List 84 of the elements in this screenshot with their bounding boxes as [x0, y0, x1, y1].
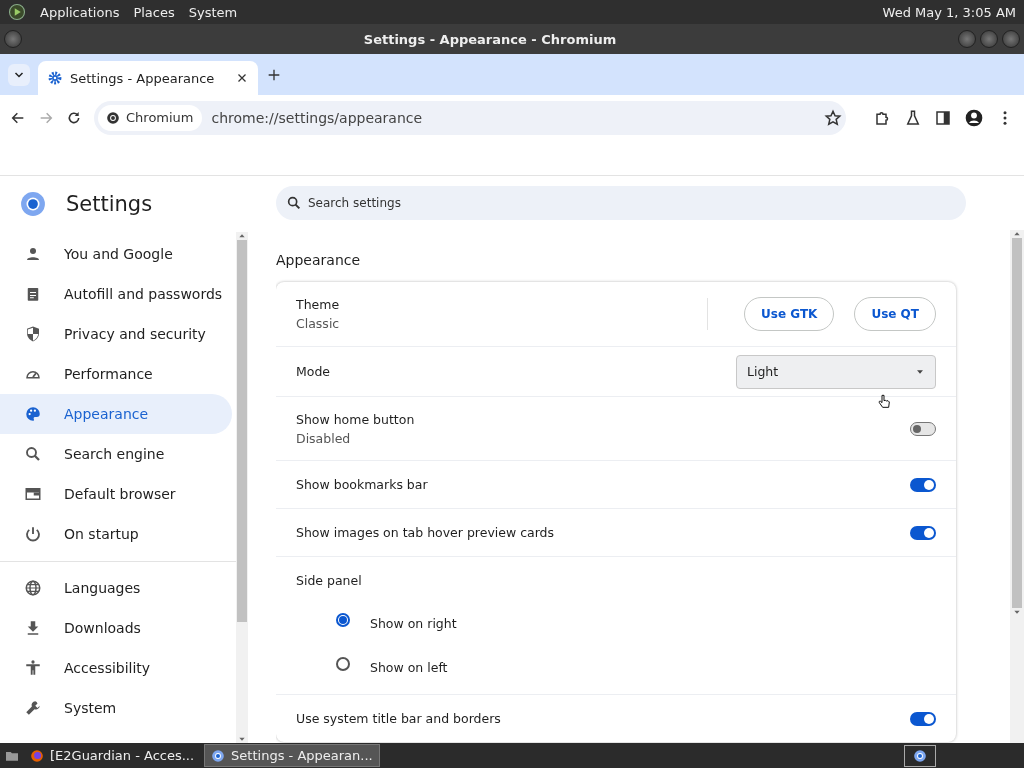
panel-menu[interactable]: Places	[133, 4, 175, 20]
setting-value: Classic	[296, 316, 341, 331]
setting-label: Show images on tab hover preview cards	[296, 525, 556, 540]
sidebar-item[interactable]: Privacy and security	[0, 314, 232, 354]
scroll-up-arrow-icon	[238, 232, 246, 240]
accessibility-figure-icon	[24, 659, 42, 677]
sidebar-item[interactable]: Search engine	[0, 434, 232, 474]
distro-logo-icon[interactable]	[8, 3, 26, 21]
theme-button[interactable]: Use QT	[854, 297, 936, 331]
scroll-down-arrow-icon	[1013, 608, 1021, 616]
sidebar-item[interactable]: You and Google	[0, 234, 232, 274]
scroll-up-arrow-icon	[1013, 230, 1021, 238]
url-text: chrome://settings/appearance	[211, 109, 424, 126]
tab-search-button[interactable]	[8, 64, 30, 86]
address-bar[interactable]: Chromium chrome://settings/appearance	[94, 100, 846, 135]
palette-icon	[24, 405, 42, 423]
site-chip[interactable]: Chromium	[98, 104, 202, 131]
globe-icon	[24, 579, 42, 597]
sidebar-item[interactable]: System	[0, 688, 232, 728]
chromium-logo-icon	[106, 110, 120, 125]
setting-label: Mode	[296, 364, 332, 379]
hand-cursor-icon	[876, 393, 892, 411]
radio-button[interactable]	[336, 613, 350, 627]
setting-label: Theme	[296, 297, 341, 312]
section-heading: Appearance	[276, 252, 362, 268]
window-menu-button[interactable]	[4, 30, 22, 48]
mode-dropdown[interactable]: Light	[736, 354, 936, 389]
search-icon	[286, 195, 302, 211]
setting-status: Disabled	[296, 430, 352, 446]
toggle-switch[interactable]	[910, 477, 936, 492]
flask-icon[interactable]	[904, 108, 922, 127]
fox-globe-icon	[30, 748, 44, 763]
taskbar-button[interactable]: [E2Guardian - Acces...	[24, 745, 201, 766]
person-icon	[24, 245, 42, 263]
chromium-logo-icon	[20, 191, 46, 217]
plus-icon[interactable]	[266, 67, 282, 83]
sidebar-item[interactable]: Accessibility	[0, 648, 232, 688]
sidebar-item[interactable]: Downloads	[0, 608, 232, 648]
browser-window-icon	[24, 485, 42, 503]
tray-app-button[interactable]	[904, 744, 936, 767]
setting-label: Use system title bar and borders	[296, 711, 502, 726]
sidebar-item[interactable]: Autofill and passwords	[0, 274, 232, 314]
chromium-logo-icon	[913, 748, 927, 763]
profile-avatar-icon[interactable]	[964, 107, 984, 128]
window-control-button[interactable]	[1002, 30, 1020, 48]
setting-label: Show home button	[296, 411, 416, 427]
sidebar-item[interactable]: Appearance	[0, 394, 232, 434]
shield-icon	[24, 325, 42, 343]
panel-clock: Wed May 1, 3:05 AM	[882, 4, 1016, 20]
panel-menu[interactable]: System	[188, 4, 238, 20]
window-control-button[interactable]	[980, 30, 998, 48]
sidebar-item[interactable]: Languages	[0, 568, 232, 608]
sidebar-item[interactable]: On startup	[0, 514, 232, 554]
toggle-switch[interactable]	[910, 421, 936, 436]
scrollbar-thumb[interactable]	[1012, 238, 1022, 608]
setting-label: Show bookmarks bar	[296, 477, 429, 492]
scrollbar-thumb[interactable]	[237, 240, 247, 622]
window-title: Settings - Appearance - Chromium	[363, 31, 617, 47]
star-icon[interactable]	[824, 108, 842, 127]
theme-button[interactable]: Use GTK	[744, 297, 835, 331]
radio-label: Show on left	[370, 658, 448, 677]
settings-title: Settings	[66, 192, 153, 216]
panel-menu[interactable]: Applications	[40, 4, 120, 20]
setting-label: Side panel	[296, 572, 363, 590]
search-field[interactable]: Search settings	[276, 186, 966, 220]
taskbar-button[interactable]: Settings - Appearan...	[204, 744, 380, 767]
reload-icon[interactable]	[66, 109, 82, 126]
chromium-logo-icon	[211, 748, 226, 763]
toggle-switch[interactable]	[910, 525, 936, 540]
toggle-switch[interactable]	[910, 711, 936, 726]
scroll-down-arrow-icon	[238, 735, 246, 743]
sidebar-item[interactable]: Performance	[0, 354, 232, 394]
close-icon[interactable]	[236, 72, 248, 84]
power-icon	[24, 525, 42, 543]
magnifier-icon	[24, 445, 42, 463]
side-panel-icon[interactable]	[934, 108, 952, 127]
wrench-icon	[24, 699, 42, 717]
radio-label: Show on right	[370, 614, 457, 633]
window-control-button[interactable]	[958, 30, 976, 48]
browser-tab[interactable]: Settings - Appearance	[38, 61, 258, 95]
radio-button[interactable]	[336, 657, 350, 671]
scrollbar[interactable]	[236, 232, 248, 743]
scrollbar[interactable]	[1010, 230, 1024, 743]
sidebar-item[interactable]: Default browser	[0, 474, 232, 514]
